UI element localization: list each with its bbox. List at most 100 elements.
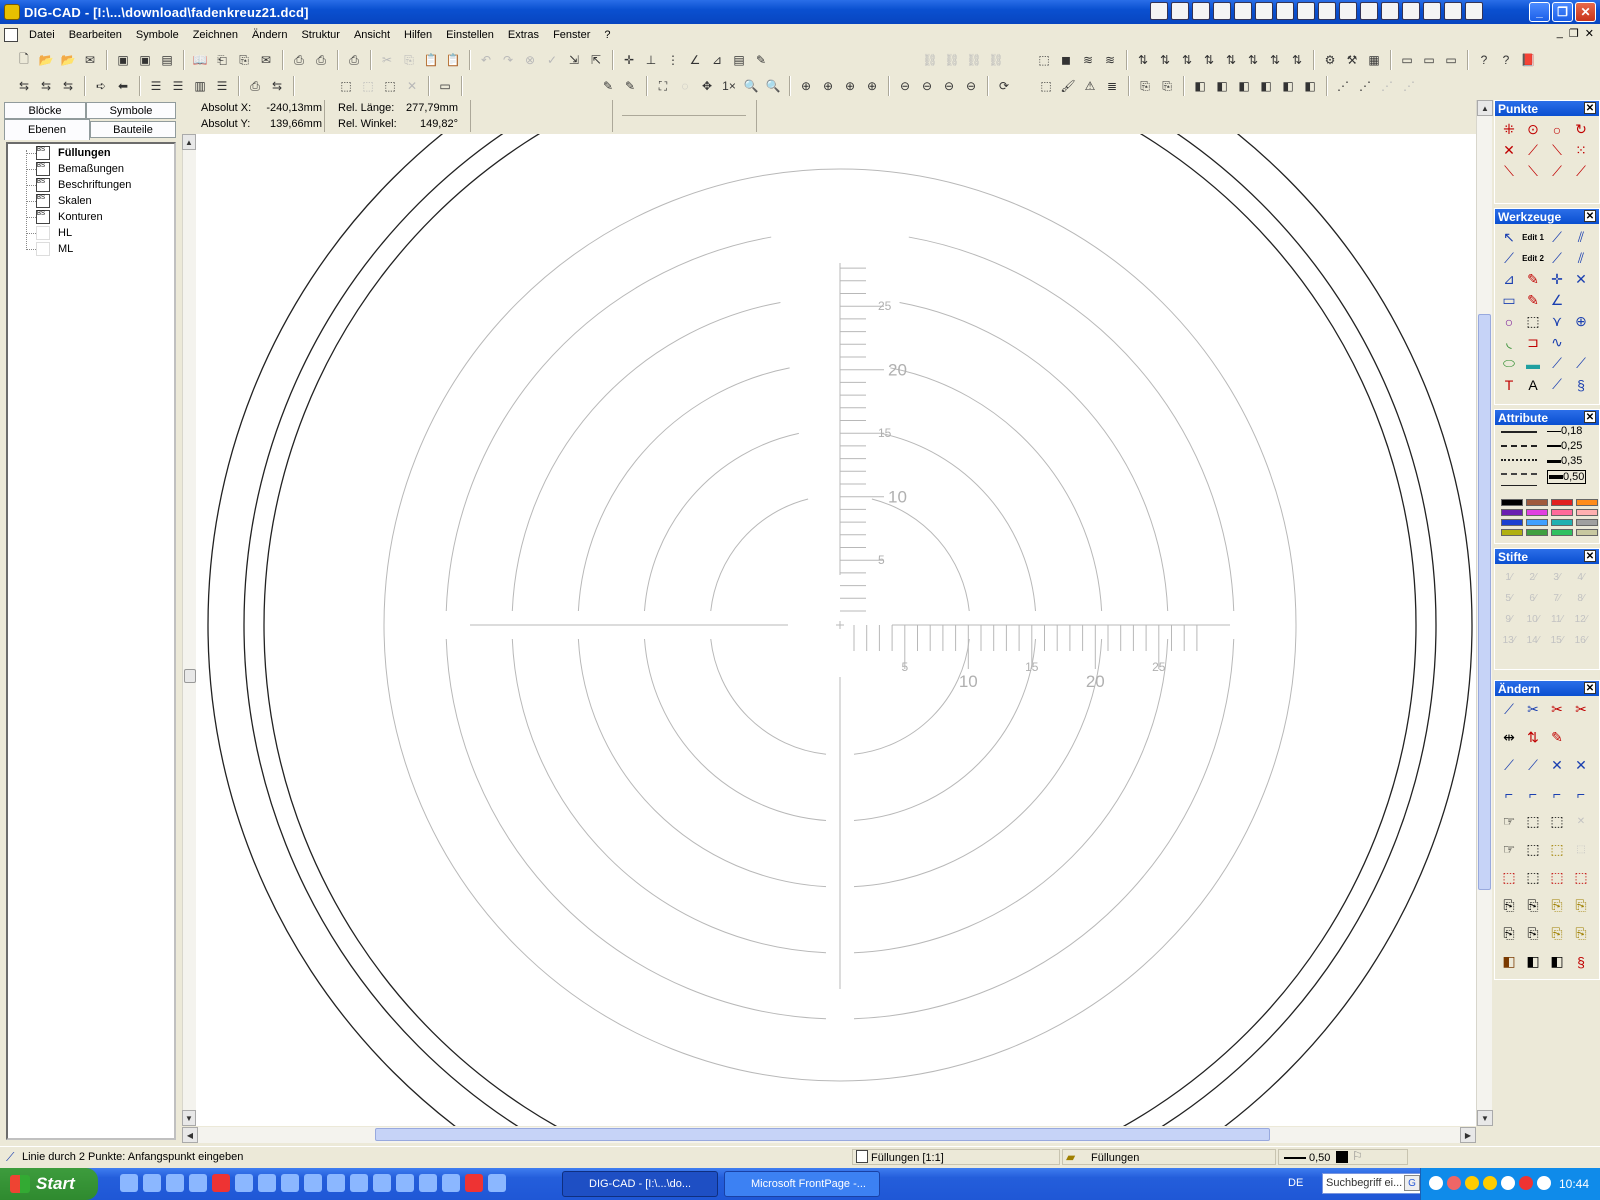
line-2pt-icon[interactable]: ⟋ (1497, 248, 1521, 269)
point-a-icon[interactable]: ⁜ (1497, 119, 1521, 140)
layer-item-hl[interactable]: HL (58, 226, 72, 240)
color-swatch[interactable] (1551, 499, 1573, 506)
pencil-icon[interactable]: ✎ (598, 76, 618, 96)
zoom-h-icon[interactable]: ⊖ (961, 76, 981, 96)
pen-11-button[interactable]: 11⁄ (1545, 609, 1569, 630)
point-tangent-icon[interactable]: ⟋ (1545, 161, 1569, 182)
layer-item-bemassungen[interactable]: Bemaßungen (58, 162, 124, 176)
color-swatch[interactable] (1576, 499, 1598, 506)
pen-12-button[interactable]: 12⁄ (1569, 609, 1593, 630)
tool-e-icon[interactable]: ⇅ (1221, 50, 1241, 70)
corner-a-icon[interactable]: ⌐ (1497, 783, 1521, 804)
redraw-icon[interactable]: ⟳ (994, 76, 1014, 96)
window-icon[interactable]: ▭ (1397, 50, 1417, 70)
block-f-icon[interactable]: ⎘ (1521, 923, 1545, 944)
line-parallel-icon[interactable]: ⫽ (1569, 248, 1593, 269)
columns-icon[interactable]: ▥ (190, 76, 210, 96)
cube-b-icon[interactable]: ◧ (1545, 951, 1569, 972)
tool-a-icon[interactable]: ⇅ (1133, 50, 1153, 70)
pattern-icon[interactable]: ▭ (435, 76, 455, 96)
app-shortcut-icon[interactable] (1444, 2, 1462, 20)
layer-item-ml[interactable]: ML (58, 242, 73, 256)
trim-c-icon[interactable]: ✕ (1545, 755, 1569, 776)
menu-ansicht[interactable]: Ansicht (347, 29, 397, 41)
cube-d-icon[interactable]: ◧ (1256, 76, 1276, 96)
corner-c-icon[interactable]: ⌐ (1545, 783, 1569, 804)
block-h-icon[interactable]: ⎘ (1569, 923, 1593, 944)
close-icon[interactable]: ✕ (1584, 102, 1596, 114)
color-swatch[interactable] (1576, 519, 1598, 526)
grid-snap-icon[interactable]: ⋰ (1333, 76, 1353, 96)
align-icon[interactable]: ⇹ (1497, 727, 1521, 748)
horizontal-scrollbar[interactable]: ◀ ▶ (182, 1127, 1476, 1143)
app-shortcut-icon[interactable] (1255, 2, 1273, 20)
layer-item-konturen[interactable]: Konturen (58, 210, 103, 224)
pen-10-button[interactable]: 10⁄ (1521, 609, 1545, 630)
modify-a-icon[interactable]: ⟋ (1497, 699, 1521, 720)
stretch-c-icon[interactable]: ⬚ (1545, 867, 1569, 888)
scroll-down-arrow-icon[interactable]: ▼ (182, 1110, 196, 1126)
mdi-restore-button[interactable]: ❐ (1569, 27, 1579, 40)
menu-struktur[interactable]: Struktur (294, 29, 347, 41)
ellipse-icon[interactable]: ⬭ (1497, 353, 1521, 374)
modify-c-icon[interactable]: ✂ (1545, 699, 1569, 720)
scroll-up-arrow-icon[interactable]: ▲ (182, 134, 196, 150)
structure-c-icon[interactable]: ⇆ (58, 76, 78, 96)
target-icon[interactable]: ⊕ (1569, 311, 1593, 332)
close-icon[interactable]: ✕ (1584, 682, 1596, 694)
list-a-icon[interactable]: ☰ (146, 76, 166, 96)
cube-c-icon[interactable]: ◧ (1234, 76, 1254, 96)
zoom-fit-icon[interactable]: ⛶ (653, 76, 673, 96)
app-shortcut-icon[interactable] (1465, 2, 1483, 20)
axis-icon[interactable]: ⊥ (641, 50, 661, 70)
tray-icon[interactable] (1447, 1176, 1461, 1190)
save-all-icon[interactable]: ▤ (157, 50, 177, 70)
left-vertical-scrollbar[interactable]: ▲ ▼ (182, 134, 196, 1126)
grid-snap-b-icon[interactable]: ⋰ (1355, 76, 1375, 96)
arrow-left-icon[interactable]: ⬅ (113, 76, 133, 96)
select-window-icon[interactable]: ⬚ (380, 76, 400, 96)
text-tool-icon[interactable]: T (1497, 374, 1521, 395)
save-as-icon[interactable]: ▣ (135, 50, 155, 70)
structure-b-icon[interactable]: ⇆ (36, 76, 56, 96)
quicklaunch-icon[interactable] (488, 1174, 506, 1192)
book-icon[interactable]: 📖 (190, 50, 210, 70)
stretch-a-icon[interactable]: ⬚ (1497, 867, 1521, 888)
color-swatch[interactable] (1526, 509, 1548, 516)
tool-g-icon[interactable]: ⇅ (1265, 50, 1285, 70)
color-swatch[interactable] (1576, 529, 1598, 536)
pen-15-button[interactable]: 15⁄ (1545, 630, 1569, 651)
app-shortcut-icon[interactable] (1276, 2, 1294, 20)
point-circle-icon[interactable]: ○ (1545, 119, 1569, 140)
cut-icon[interactable]: ✂ (377, 50, 397, 70)
import-icon[interactable]: ⎗ (212, 50, 232, 70)
tray-icon[interactable] (1429, 1176, 1443, 1190)
quicklaunch-icon[interactable] (304, 1174, 322, 1192)
tool-b-icon[interactable]: ⇅ (1155, 50, 1175, 70)
color-swatch[interactable] (1551, 519, 1573, 526)
menu-symbole[interactable]: Symbole (129, 29, 186, 41)
trim-a-icon[interactable]: ⟋ (1497, 755, 1521, 776)
close-icon[interactable]: ✕ (1584, 210, 1596, 222)
cube-b-icon[interactable]: ◧ (1212, 76, 1232, 96)
list-c-icon[interactable]: ☰ (212, 76, 232, 96)
point-perp-icon[interactable]: ⟍ (1521, 161, 1545, 182)
select-icon[interactable]: ⬚ (336, 76, 356, 96)
pen-14-button[interactable]: 14⁄ (1521, 630, 1545, 651)
line-style-wave[interactable] (1501, 485, 1537, 486)
right-vertical-scrollbar[interactable]: ▲ ▼ (1476, 100, 1493, 1126)
ortho-icon[interactable]: ⊿ (707, 50, 727, 70)
tab-symbole[interactable]: Symbole (86, 102, 176, 119)
quicklaunch-icon[interactable] (258, 1174, 276, 1192)
scroll-down-arrow-icon[interactable]: ▼ (1477, 1110, 1493, 1126)
block-e-icon[interactable]: ⎘ (1497, 923, 1521, 944)
print-icon[interactable]: ⎙ (289, 50, 309, 70)
zoom-b-icon[interactable]: ⊕ (818, 76, 838, 96)
zoom-prev-icon[interactable]: ◌ (675, 76, 695, 96)
line-width-050[interactable]: 0,50 (1547, 470, 1587, 484)
hatch-icon[interactable]: ✎ (1521, 290, 1545, 311)
menu-extras[interactable]: Extras (501, 29, 546, 41)
modify-b-icon[interactable]: ✂ (1521, 699, 1545, 720)
menu-bearbeiten[interactable]: Bearbeiten (62, 29, 129, 41)
trim-d-icon[interactable]: ✕ (1569, 755, 1593, 776)
